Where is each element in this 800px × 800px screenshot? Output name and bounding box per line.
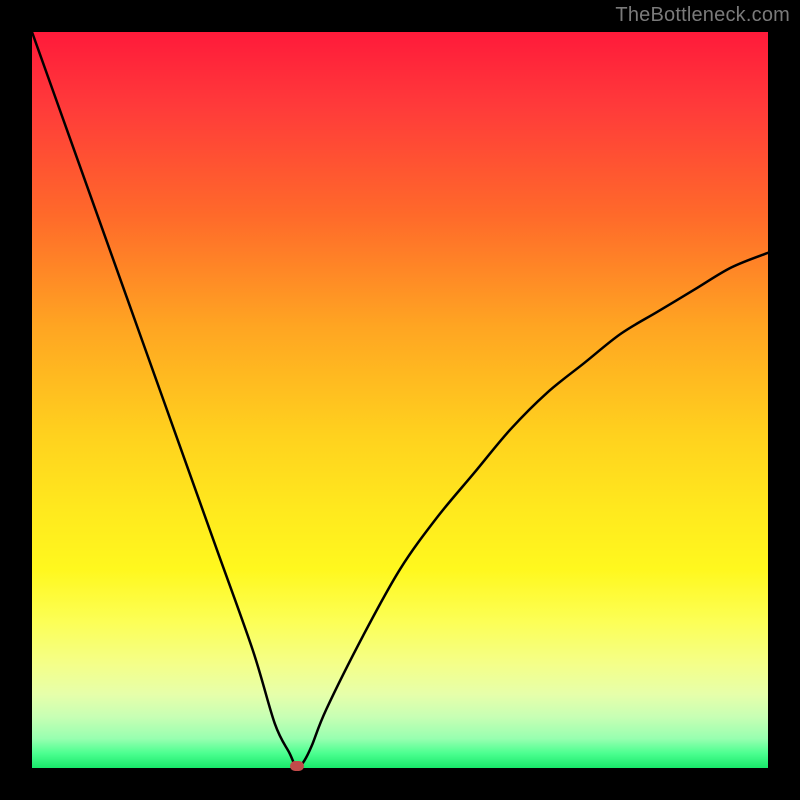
watermark-text: TheBottleneck.com (615, 4, 790, 27)
chart-frame: TheBottleneck.com (0, 0, 800, 800)
plot-area (32, 32, 768, 768)
optimum-marker (290, 761, 304, 771)
bottleneck-curve (32, 32, 768, 768)
